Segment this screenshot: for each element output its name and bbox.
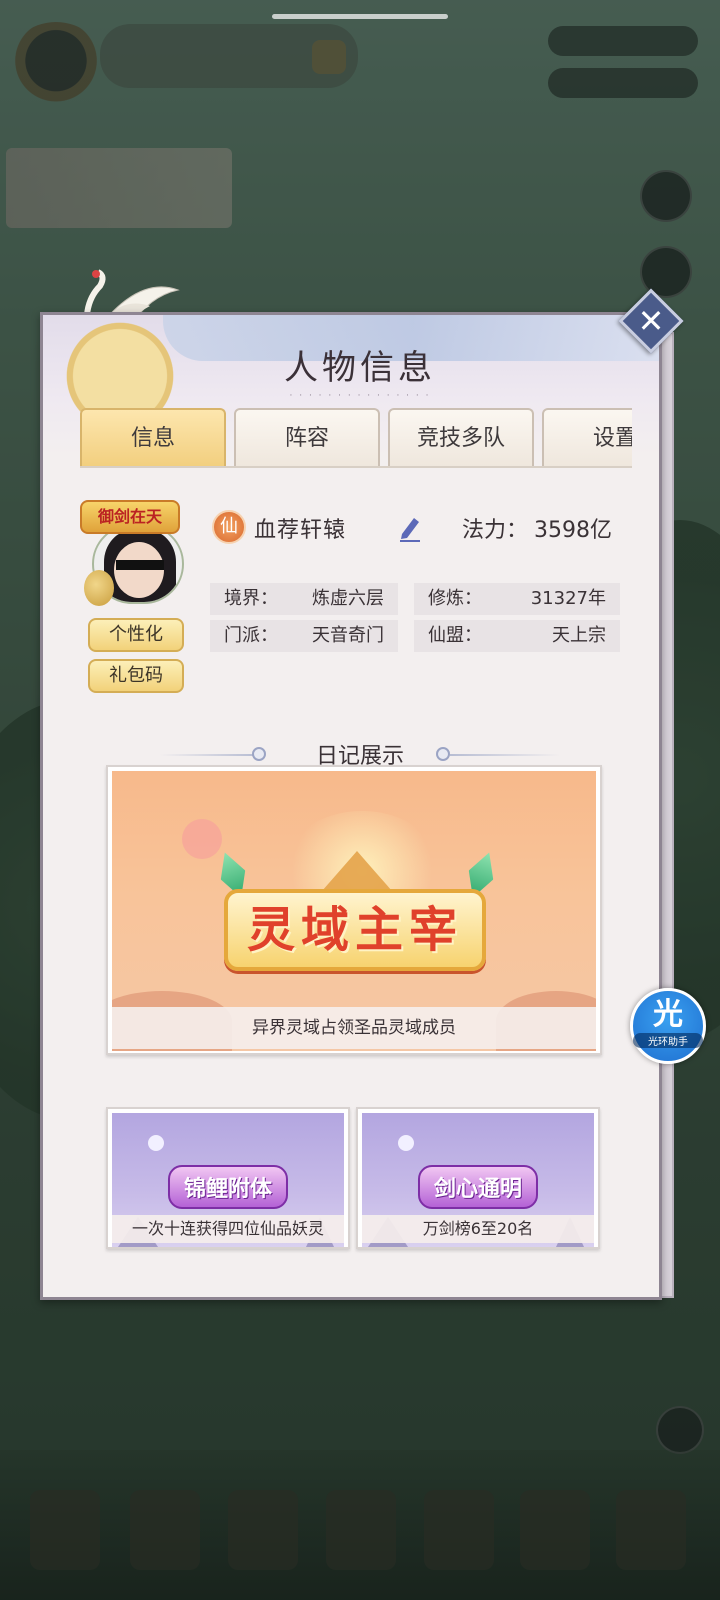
tab-divider: [80, 466, 632, 468]
personalize-button[interactable]: 个性化: [88, 618, 184, 652]
helper-icon: 光: [653, 997, 683, 1032]
gourd-ornament: [84, 570, 114, 606]
tab-bar: 信息 阵容 竞技多队 设置: [80, 408, 632, 468]
power-value: 3598亿: [534, 518, 613, 543]
featured-badge-text: 灵域主宰: [246, 902, 463, 958]
card-caption: 万剑榜6至20名: [362, 1215, 594, 1243]
close-icon: ✕: [637, 302, 665, 340]
halo-helper-button[interactable]: 光 光环助手: [630, 988, 706, 1064]
diary-featured-card[interactable]: 灵域主宰 异界灵域占领圣品灵域成员: [106, 765, 602, 1055]
stat-key: 修炼：: [428, 588, 482, 609]
stat-cultivation: 修炼： 31327年: [414, 583, 620, 615]
tab-info[interactable]: 信息: [80, 408, 226, 466]
divider-dot: [436, 747, 450, 761]
player-avatar[interactable]: 御剑在天: [72, 494, 192, 614]
player-name: 血荐轩辕: [254, 518, 347, 543]
diary-card-koi[interactable]: 锦鲤附体 一次十连获得四位仙品妖灵: [106, 1107, 350, 1249]
stat-key: 仙盟：: [428, 625, 482, 646]
panel-title-block: 人物信息 · · · · · · · · · · · · · · ·: [0, 340, 720, 401]
title-ornament: · · · · · · · · · · · · · · ·: [289, 391, 431, 401]
stat-realm: 境界： 炼虚六层: [210, 583, 398, 615]
stat-sect: 门派： 天音奇门: [210, 620, 398, 652]
edit-name-icon[interactable]: [398, 514, 422, 542]
power-label: 法力：: [462, 518, 529, 543]
featured-caption: 异界灵域占领圣品灵域成员: [112, 1007, 596, 1049]
diary-card-sword-heart[interactable]: 剑心通明 万剑榜6至20名: [356, 1107, 600, 1249]
stat-value: 31327年: [530, 588, 606, 609]
avatar-frame-title: 御剑在天: [80, 500, 180, 534]
card-badge-text: 锦鲤附体: [167, 1165, 289, 1209]
tab-lineup[interactable]: 阵容: [234, 408, 380, 466]
realm-badge: 仙: [212, 510, 246, 544]
divider-right: [450, 754, 560, 756]
gift-code-button[interactable]: 礼包码: [88, 659, 184, 693]
stat-key: 境界：: [224, 588, 278, 609]
helper-label: 光环助手: [633, 1033, 703, 1048]
stat-value: 天音奇门: [312, 625, 384, 646]
stat-value: 炼虚六层: [312, 588, 384, 609]
power-display: 法力： 3598亿: [462, 512, 612, 544]
stat-value: 天上宗: [552, 625, 606, 646]
home-indicator: [272, 14, 448, 19]
tab-settings[interactable]: 设置: [542, 408, 632, 466]
panel-title: 人物信息: [284, 348, 436, 388]
card-badge-text: 剑心通明: [417, 1165, 539, 1209]
card-caption: 一次十连获得四位仙品妖灵: [112, 1215, 344, 1243]
stat-key: 门派：: [224, 625, 278, 646]
stat-alliance: 仙盟： 天上宗: [414, 620, 620, 652]
tab-multi-team-arena[interactable]: 竞技多队: [388, 408, 534, 466]
